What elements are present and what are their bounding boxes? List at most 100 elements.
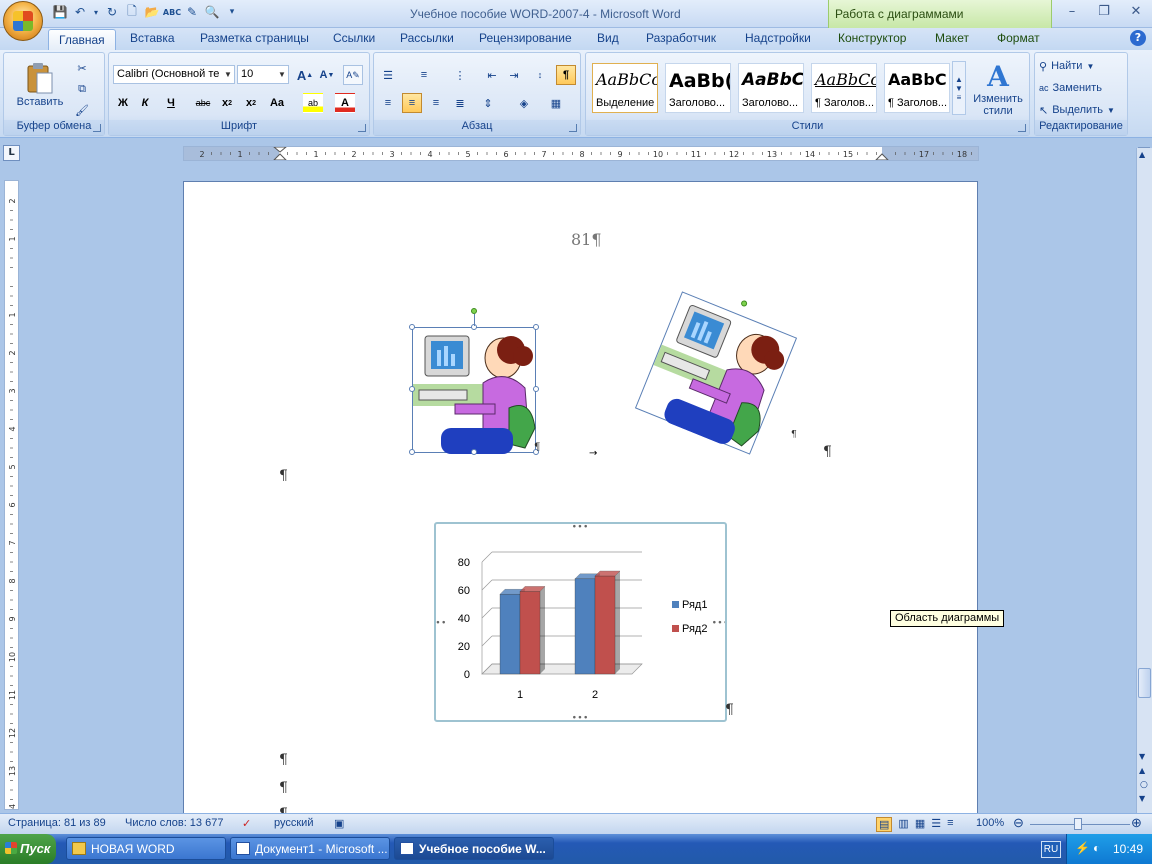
zoom-slider-thumb[interactable] [1074, 818, 1082, 830]
maximize-button[interactable]: ❐ [1088, 0, 1120, 22]
new-document-icon[interactable]: 🗋 [124, 4, 140, 20]
page-indicator[interactable]: Страница: 81 из 89 [8, 817, 106, 829]
tab-references[interactable]: Ссылки [333, 31, 375, 45]
horizontal-ruler[interactable]: 2 1 1 2 3 4 5 6 7 8 9 10 11 12 13 14 15 17 18 [183, 146, 979, 161]
scroll-thumb[interactable] [1138, 668, 1151, 698]
superscript-icon[interactable]: x2 [241, 93, 261, 113]
highlight-icon[interactable]: ab [303, 93, 323, 113]
resize-handle[interactable] [409, 386, 415, 392]
chart-area[interactable]: 80 60 40 20 0 1 2 Ряд1 Ряд2 ∙∙∙ ∙∙∙ ∙∙∙ ∙∙∙ [430, 522, 728, 723]
clipart-woman-computer-rotated[interactable] [634, 291, 798, 455]
outline-icon[interactable]: ☰ [931, 817, 941, 832]
taskbar-item-folder[interactable]: НОВАЯ WORD [66, 837, 226, 860]
language-indicator[interactable]: русский [274, 817, 313, 829]
tab-layout[interactable]: Макет [935, 31, 969, 45]
tab-page-layout[interactable]: Разметка страницы [200, 31, 309, 45]
previous-page-icon[interactable]: ▲ [1139, 766, 1145, 775]
vertical-ruler[interactable]: 2 1 1 2 3 4 5 6 7 8 9 10 11 12 13 14 [4, 180, 19, 810]
style-heading-4[interactable]: AaBbC ¶ Заголов... [884, 63, 950, 113]
select-button[interactable]: ↖ Выделить ▼ [1039, 101, 1115, 119]
resize-handle[interactable] [533, 386, 539, 392]
resize-handle[interactable] [471, 449, 477, 455]
clear-format-icon[interactable]: A✎ [343, 65, 363, 85]
tab-selector[interactable]: L [3, 145, 20, 161]
word-count[interactable]: Число слов: 13 677 [125, 817, 223, 829]
office-button[interactable] [3, 1, 43, 41]
sort-icon[interactable]: ↕ [530, 65, 550, 85]
resize-handle[interactable] [409, 324, 415, 330]
minimize-button[interactable]: – [1056, 0, 1088, 22]
chevron-up-icon[interactable]: ▲ [955, 75, 963, 84]
style-heading-2[interactable]: AaBbC Заголово... [738, 63, 804, 113]
draft-icon[interactable]: ≡ [947, 817, 953, 832]
align-center-icon[interactable]: ≡ [402, 93, 422, 113]
zoom-in-icon[interactable]: ⊕ [1131, 815, 1142, 831]
volume-icon[interactable]: ◐ [1093, 841, 1100, 855]
font-color-icon[interactable]: A [335, 93, 355, 113]
dialog-launcher-icon[interactable] [93, 124, 101, 132]
tab-mailings[interactable]: Рассылки [400, 31, 454, 45]
italic-icon[interactable]: К [135, 93, 155, 113]
justify-icon[interactable]: ≣ [450, 93, 470, 113]
scroll-down-icon[interactable]: ▼ [1139, 752, 1145, 761]
language-bar[interactable]: RU [1041, 841, 1061, 858]
tab-insert[interactable]: Вставка [130, 31, 175, 45]
subscript-icon[interactable]: x2 [217, 93, 237, 113]
spelling-icon[interactable]: ABC [163, 4, 181, 20]
next-page-icon[interactable]: ▼ [1139, 794, 1145, 803]
tab-developer[interactable]: Разработчик [646, 31, 716, 45]
clipart-woman-computer[interactable] [412, 327, 536, 454]
chevron-down-icon[interactable]: ▼ [955, 84, 963, 93]
dialog-launcher-icon[interactable] [569, 124, 577, 132]
web-layout-icon[interactable]: ▦ [915, 817, 925, 832]
customize-qat-icon[interactable]: ▾ [224, 4, 240, 20]
bullets-icon[interactable]: ☰ [378, 65, 398, 85]
tab-addins[interactable]: Надстройки [745, 31, 811, 45]
dialog-launcher-icon[interactable] [358, 124, 366, 132]
macro-record-icon[interactable]: ▣ [334, 817, 344, 830]
proofing-icon[interactable]: ✓ [242, 817, 251, 830]
paste-button[interactable]: Вставить [12, 57, 68, 113]
scroll-up-icon[interactable]: ▲ [1139, 150, 1145, 159]
document-page[interactable]: 81¶ → ¶ ¶ ¶ ¶ 80 60 40 20 0 1 2 Ряд1 Ряд… [183, 181, 978, 816]
borders-icon[interactable]: ▦ [546, 93, 566, 113]
rotate-handle[interactable] [740, 299, 749, 308]
taskbar-item-document1[interactable]: Документ1 - Microsoft ... [230, 837, 390, 860]
redo-icon[interactable]: ↻ [104, 4, 120, 20]
open-folder-icon[interactable]: 📂 [144, 4, 160, 20]
align-right-icon[interactable]: ≡ [426, 93, 446, 113]
help-icon[interactable]: ? [1130, 30, 1146, 46]
replace-button[interactable]: ac Заменить [1039, 79, 1102, 97]
shading-icon[interactable]: ◈ [514, 93, 534, 113]
dialog-launcher-icon[interactable] [1018, 124, 1026, 132]
close-button[interactable]: ✕ [1120, 0, 1152, 22]
grow-font-icon[interactable]: A ▲ [295, 65, 315, 85]
tab-view[interactable]: Вид [597, 31, 619, 45]
align-left-icon[interactable]: ≡ [378, 93, 398, 113]
full-screen-reading-icon[interactable]: ▥ [898, 817, 908, 832]
resize-handle[interactable] [533, 324, 539, 330]
font-size-combo[interactable]: 10 ▼ [237, 65, 289, 84]
tab-format[interactable]: Формат [997, 31, 1040, 45]
browse-object-icon[interactable]: ○ [1140, 780, 1148, 790]
save-icon[interactable]: 💾 [52, 4, 68, 20]
style-heading-1[interactable]: AaBb( Заголово... [665, 63, 731, 113]
network-icon[interactable]: ⚡ [1075, 841, 1090, 855]
undo-icon[interactable]: ↶ [72, 4, 88, 20]
copy-icon[interactable]: ⧉ [72, 79, 92, 99]
clock[interactable]: 10:49 [1113, 842, 1143, 856]
start-button[interactable]: Пуск [0, 834, 56, 864]
zoom-level[interactable]: 100% [976, 817, 1004, 829]
show-formatting-icon[interactable]: ¶ [556, 65, 576, 85]
shrink-font-icon[interactable]: A ▼ [317, 65, 337, 85]
resize-handle[interactable] [409, 449, 415, 455]
tab-home[interactable]: Главная [48, 29, 116, 51]
increase-indent-icon[interactable]: ⇥ [504, 65, 524, 85]
style-heading-3[interactable]: AaBbCc ¶ Заголов... [811, 63, 877, 113]
decrease-indent-icon[interactable]: ⇤ [482, 65, 502, 85]
zoom-out-icon[interactable]: ⊖ [1013, 815, 1024, 831]
taskbar-item-word-active[interactable]: Учебное пособие W... [394, 837, 554, 860]
find-button[interactable]: ⚲ Найти ▼ [1039, 57, 1094, 75]
font-name-combo[interactable]: Calibri (Основной те ▼ [113, 65, 235, 84]
strikethrough-icon[interactable]: abc [193, 93, 213, 113]
